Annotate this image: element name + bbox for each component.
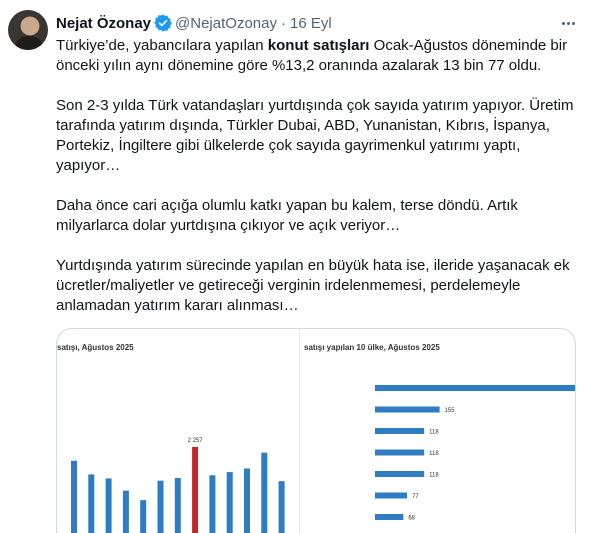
left-chart-bar [209,475,216,533]
tweet-text: Türkiye’de, yabancılara yapılan konut sa… [56,36,584,316]
left-chart-bar [88,474,95,533]
right-chart-bar [375,428,425,434]
right-chart-bar [375,514,404,520]
paragraph-2: Son 2-3 yılda Türk vatandaşları yurtdışı… [56,97,574,174]
right-chart-value-label: 118 [429,473,439,479]
tweet-header: Nejat Özonay @NejatOzonay · 16 Eyl [56,12,332,34]
right-chart-bar [375,492,408,499]
right-chart-value-label: 155 [445,408,456,414]
right-chart-bar [375,449,425,456]
left-chart-bar [278,481,285,533]
left-chart-bar [226,472,233,533]
right-chart-bar [375,471,425,477]
paragraph-1: Türkiye’de, yabancılara yapılan konut sa… [56,37,568,74]
right-chart-value-label: 118 [429,451,439,457]
tweet-media-image[interactable]: satışı, Ağustos 2025 2 257 satışı yapıla… [56,328,576,533]
separator: · [280,14,286,32]
left-chart-bar [140,500,147,533]
left-chart-bar [122,490,129,533]
left-chart-bar [157,480,164,533]
right-chart-bar [375,406,440,413]
avatar[interactable] [8,10,48,50]
left-chart-bar [105,478,112,533]
author-name[interactable]: Nejat Özonay [56,15,151,32]
paragraph-3: Daha önce cari açığa olumlu katkı yapan … [56,197,518,234]
verified-badge-icon [154,14,172,32]
right-chart-value-label: 77 [412,494,419,500]
right-chart-value-label: 118 [429,430,439,436]
left-chart-bar [71,460,77,533]
tweet-date[interactable]: 16 Eyl [290,15,332,32]
left-chart-bar [174,477,181,533]
left-chart-bar [261,452,268,533]
left-chart-bar [244,468,250,533]
more-options-icon[interactable] [556,12,580,34]
paragraph-4: Yurtdışında yatırım sürecinde yapılan en… [56,257,570,314]
author-handle[interactable]: @NejatOzonay [175,15,277,32]
tweet[interactable]: Nejat Özonay @NejatOzonay · 16 Eyl Türki… [0,0,607,533]
right-chart-bar [375,385,575,391]
left-chart-value-label: 2 257 [188,438,204,444]
left-bar-chart: 2 257 [71,438,285,533]
right-chart-value-label: 68 [408,516,415,522]
right-bar-chart: 155 118 118 118 77 68 [375,385,575,522]
left-chart-bar [192,446,199,533]
